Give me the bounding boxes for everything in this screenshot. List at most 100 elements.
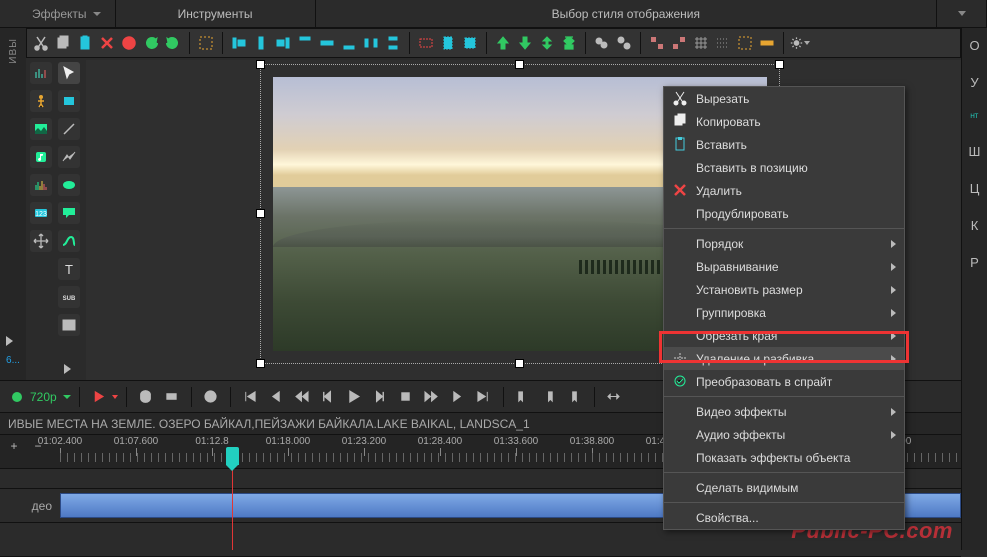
ctx-to-sprite[interactable]: Преобразовать в спрайт: [664, 370, 904, 393]
playhead[interactable]: [232, 469, 233, 550]
image-tool-icon[interactable]: [30, 118, 52, 140]
ctx-show-fx[interactable]: Показать эффекты объекта: [664, 446, 904, 469]
right-item-4[interactable]: Ц: [970, 181, 980, 196]
align-bottom-icon[interactable]: [339, 33, 359, 53]
align-middle-icon[interactable]: [317, 33, 337, 53]
grid2-icon[interactable]: [669, 33, 689, 53]
ctx-cut[interactable]: Вырезать: [664, 87, 904, 110]
resize-handle-tr[interactable]: [775, 60, 784, 69]
crop-icon[interactable]: [119, 33, 139, 53]
resolution-dropdown-icon[interactable]: [63, 395, 71, 399]
ctx-group[interactable]: Группировка: [664, 301, 904, 324]
group-icon[interactable]: [592, 33, 612, 53]
same-width-icon[interactable]: [416, 33, 436, 53]
right-item-3[interactable]: Ш: [969, 144, 981, 159]
clock-icon[interactable]: [200, 386, 222, 408]
right-item-5[interactable]: К: [971, 218, 979, 233]
ctx-align[interactable]: Выравнивание: [664, 255, 904, 278]
marker-c-icon[interactable]: [564, 386, 586, 408]
ctx-order[interactable]: Порядок: [664, 232, 904, 255]
play-red-icon[interactable]: [88, 386, 110, 408]
same-height-icon[interactable]: [438, 33, 458, 53]
ctx-duplicate[interactable]: Продублировать: [664, 202, 904, 225]
select-all-icon[interactable]: [196, 33, 216, 53]
polyline-tool-icon[interactable]: [58, 146, 80, 168]
person-tool-icon[interactable]: [30, 90, 52, 112]
cut-icon[interactable]: [31, 33, 51, 53]
expand-panel-icon[interactable]: [64, 364, 71, 374]
grid4-icon[interactable]: [713, 33, 733, 53]
resize-handle-tl[interactable]: [256, 60, 265, 69]
ctx-make-visible[interactable]: Сделать видимым: [664, 476, 904, 499]
chart-tool-icon[interactable]: [30, 62, 52, 84]
right-item-2[interactable]: ᴴᵀ: [971, 112, 979, 122]
zoom-in-icon[interactable]: +: [4, 438, 24, 454]
fast-fwd-icon[interactable]: [421, 386, 443, 408]
subtitle-tool-icon[interactable]: SUB: [58, 286, 80, 308]
align-left-icon[interactable]: [229, 33, 249, 53]
arrow-up-icon[interactable]: [493, 33, 513, 53]
prev-frame-icon[interactable]: [265, 386, 287, 408]
ctx-copy[interactable]: Копировать: [664, 110, 904, 133]
stop-icon[interactable]: [395, 386, 417, 408]
next-frame-icon[interactable]: [447, 386, 469, 408]
settings-corner[interactable]: [937, 0, 987, 27]
counter-tool-icon[interactable]: 123: [30, 202, 52, 224]
marker-b-icon[interactable]: [538, 386, 560, 408]
ctx-paste[interactable]: Вставить: [664, 133, 904, 156]
resize-handle-ml[interactable]: [256, 209, 265, 218]
resize-handle-bm[interactable]: [515, 359, 524, 368]
resize-handle-tm[interactable]: [515, 60, 524, 69]
resolution-label[interactable]: 720p: [30, 390, 57, 404]
send-back-icon[interactable]: [559, 33, 579, 53]
play-dropdown-icon[interactable]: [112, 395, 118, 399]
zoom-timeline-icon[interactable]: [603, 386, 625, 408]
right-item-6[interactable]: Р: [970, 255, 979, 270]
arrow-down-icon[interactable]: [515, 33, 535, 53]
grid1-icon[interactable]: [647, 33, 667, 53]
go-start-icon[interactable]: [239, 386, 261, 408]
marker-a-icon[interactable]: [512, 386, 534, 408]
ctx-crop[interactable]: Обрезать края: [664, 324, 904, 347]
ellipse-tool-icon[interactable]: [58, 174, 80, 196]
right-item-1[interactable]: У: [970, 75, 978, 90]
audio-tool-icon[interactable]: [30, 146, 52, 168]
ctx-paste-pos[interactable]: Вставить в позицию: [664, 156, 904, 179]
play-icon[interactable]: [343, 386, 365, 408]
step-fwd-icon[interactable]: [369, 386, 391, 408]
text-tool-icon[interactable]: T: [58, 258, 80, 280]
loop-icon[interactable]: [135, 386, 157, 408]
undo-icon[interactable]: [141, 33, 161, 53]
ctx-delete[interactable]: Удалить: [664, 179, 904, 202]
ctx-remove-split[interactable]: Удаление и разбивка: [664, 347, 904, 370]
rewind-icon[interactable]: [291, 386, 313, 408]
step-back-icon[interactable]: [317, 386, 339, 408]
go-end-icon[interactable]: [473, 386, 495, 408]
equalizer-tool-icon[interactable]: [30, 174, 52, 196]
copy-icon[interactable]: [53, 33, 73, 53]
display-style-tab[interactable]: Выбор стиля отображения: [316, 0, 937, 27]
crop-marks-icon[interactable]: [735, 33, 755, 53]
align-top-icon[interactable]: [295, 33, 315, 53]
ctx-video-fx[interactable]: Видео эффекты: [664, 400, 904, 423]
instruments-tab[interactable]: Инструменты: [116, 0, 316, 27]
line-tool-icon[interactable]: [58, 118, 80, 140]
ctx-set-size[interactable]: Установить размер: [664, 278, 904, 301]
ctx-properties[interactable]: Свойства...: [664, 506, 904, 529]
distribute-h-icon[interactable]: [361, 33, 381, 53]
delete-icon[interactable]: [97, 33, 117, 53]
bring-front-icon[interactable]: [537, 33, 557, 53]
expand-left-icon[interactable]: [6, 336, 13, 346]
effects-tab[interactable]: Эффекты: [18, 0, 116, 27]
grid3-icon[interactable]: [691, 33, 711, 53]
table-tool-icon[interactable]: [58, 314, 80, 336]
same-size-icon[interactable]: [460, 33, 480, 53]
align-right-icon[interactable]: [273, 33, 293, 53]
ruler-icon[interactable]: [757, 33, 777, 53]
ctx-audio-fx[interactable]: Аудио эффекты: [664, 423, 904, 446]
right-item-0[interactable]: О: [969, 38, 979, 53]
resize-handle-bl[interactable]: [256, 359, 265, 368]
rectangle-tool-icon[interactable]: [58, 90, 80, 112]
paste-icon[interactable]: [75, 33, 95, 53]
redo-icon[interactable]: [163, 33, 183, 53]
